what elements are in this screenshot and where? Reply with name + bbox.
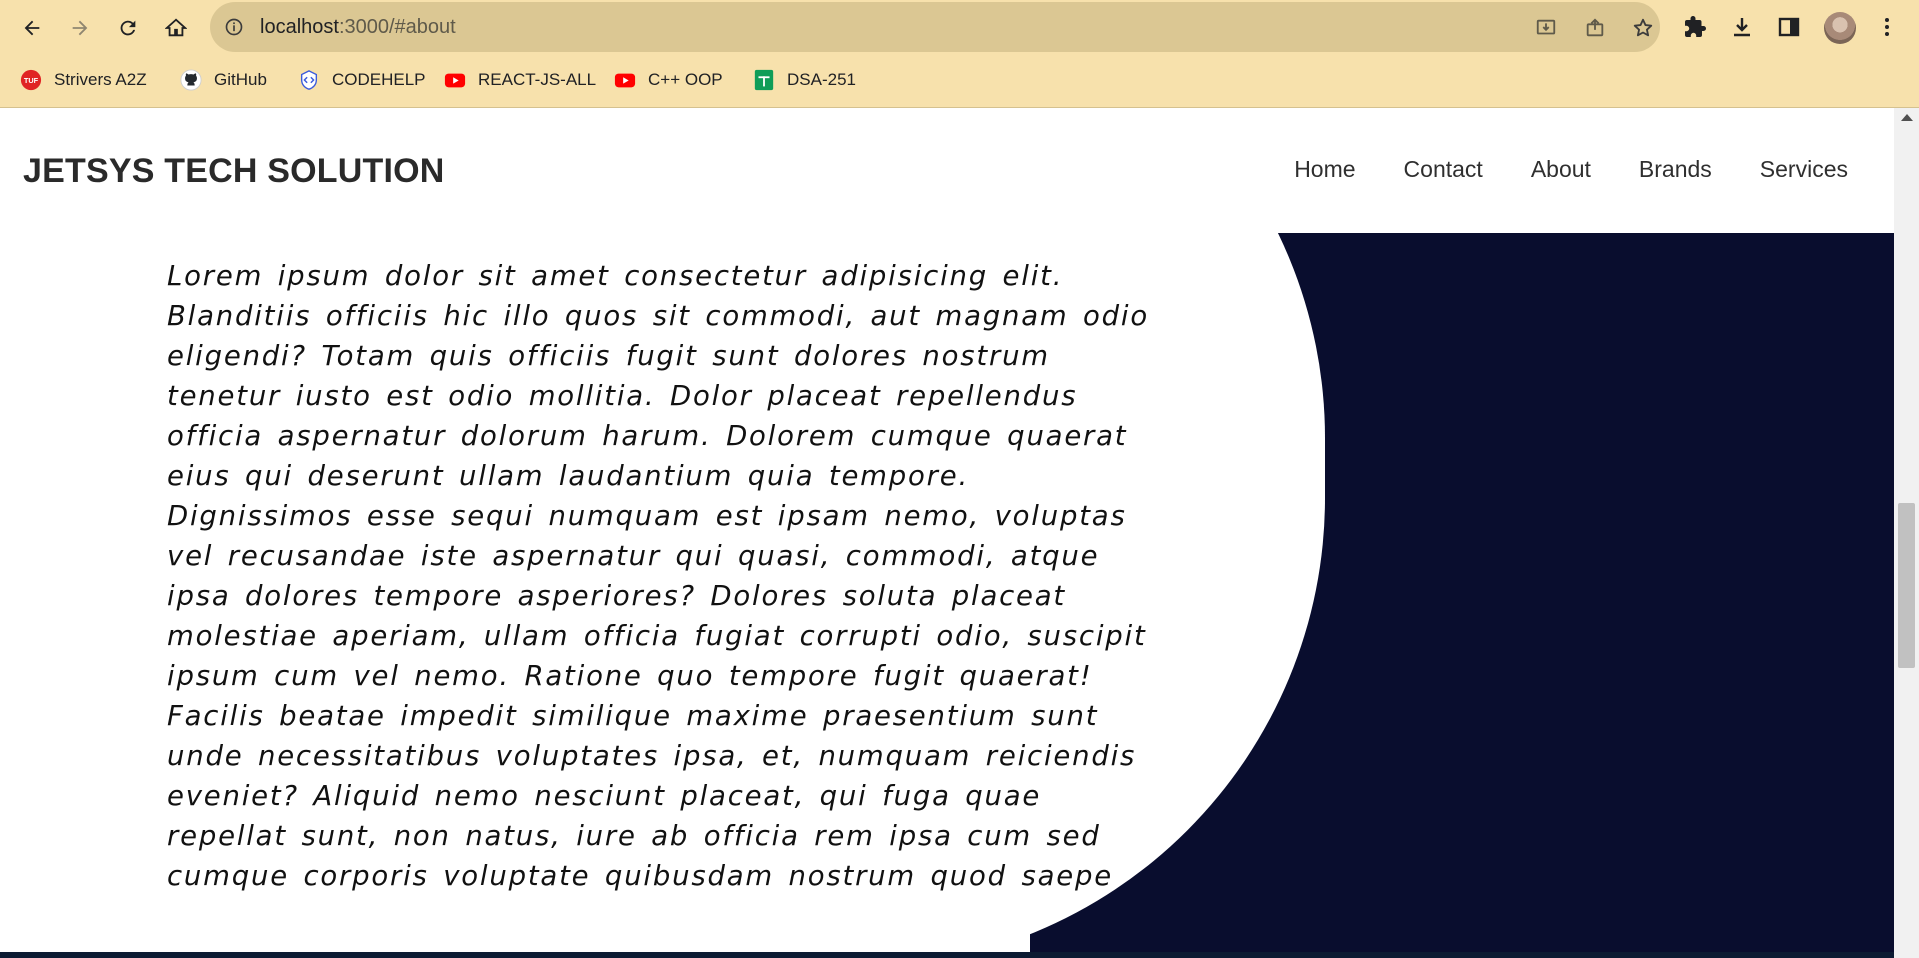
- url-text[interactable]: localhost:3000/#about: [260, 16, 456, 39]
- site-nav: Home Contact About Brands Services: [1294, 156, 1848, 183]
- arrow-right-icon: [72, 20, 88, 36]
- scroll-thumb[interactable]: [1898, 503, 1915, 668]
- page-scrollbar[interactable]: [1894, 108, 1919, 958]
- bookmark-codehelp[interactable]: CODEHELP: [298, 67, 426, 93]
- bookmark-label: Strivers A2Z: [54, 70, 147, 89]
- nav-services[interactable]: Services: [1760, 156, 1848, 183]
- bookmark-label: GitHub: [214, 70, 267, 89]
- bookmark-star-icon[interactable]: [1632, 17, 1654, 39]
- nav-brands[interactable]: Brands: [1639, 156, 1712, 183]
- home-button[interactable]: [164, 16, 188, 40]
- extensions-icon[interactable]: [1683, 15, 1707, 39]
- bookmark-react-js-all[interactable]: REACT-JS-ALL: [444, 67, 596, 93]
- address-bar[interactable]: localhost:3000/#about: [210, 2, 1660, 52]
- youtube-icon: [614, 69, 636, 91]
- youtube-icon: [444, 69, 466, 91]
- site-header: JETSYS TECH SOLUTION Home Contact About …: [0, 108, 1894, 233]
- bookmark-label: CODEHELP: [332, 70, 426, 89]
- github-icon: [180, 69, 202, 91]
- share-icon[interactable]: [1584, 17, 1606, 39]
- back-button[interactable]: [20, 16, 44, 40]
- downloads-icon[interactable]: [1730, 15, 1754, 39]
- page-bottom-edge: [0, 952, 1894, 958]
- info-icon[interactable]: [224, 17, 244, 37]
- home-icon: [165, 18, 187, 37]
- reload-icon: [120, 20, 136, 36]
- bookmark-label: C++ OOP: [648, 70, 723, 89]
- profile-avatar[interactable]: [1824, 12, 1856, 44]
- more-menu-icon[interactable]: [1875, 15, 1899, 39]
- nav-about[interactable]: About: [1531, 156, 1591, 183]
- bookmark-label: DSA-251: [787, 70, 856, 89]
- bookmark-strivers[interactable]: TUF Strivers A2Z: [20, 67, 147, 93]
- nav-home[interactable]: Home: [1294, 156, 1355, 183]
- bookmark-cpp-oop[interactable]: C++ OOP: [614, 67, 723, 93]
- install-app-icon[interactable]: [1535, 17, 1557, 39]
- url-path: :3000/#about: [338, 16, 456, 38]
- nav-contact[interactable]: Contact: [1404, 156, 1483, 183]
- side-panel-icon[interactable]: [1777, 15, 1801, 39]
- browser-toolbar: localhost:3000/#about: [0, 0, 1919, 55]
- tuf-icon: TUF: [20, 69, 42, 91]
- bookmark-dsa-251[interactable]: DSA-251: [753, 67, 856, 93]
- scroll-up-arrow-icon[interactable]: [1901, 114, 1913, 121]
- arrow-left-icon: [24, 20, 40, 36]
- forward-button[interactable]: [68, 16, 92, 40]
- svg-text:TUF: TUF: [24, 76, 39, 85]
- about-paragraph: Lorem ipsum dolor sit amet consectetur a…: [167, 260, 1149, 892]
- bookmark-label: REACT-JS-ALL: [478, 70, 597, 89]
- bookmarks-bar: TUF Strivers A2Z GitHub CODEHELP REACT-J…: [0, 55, 1919, 108]
- url-host: localhost: [260, 16, 339, 38]
- sheets-icon: [753, 69, 775, 91]
- site-brand[interactable]: JETSYS TECH SOLUTION: [23, 152, 445, 191]
- bookmark-github[interactable]: GitHub: [180, 67, 267, 93]
- page-viewport: JETSYS TECH SOLUTION Home Contact About …: [0, 108, 1894, 958]
- codehelp-icon: [298, 69, 320, 91]
- reload-button[interactable]: [116, 16, 140, 40]
